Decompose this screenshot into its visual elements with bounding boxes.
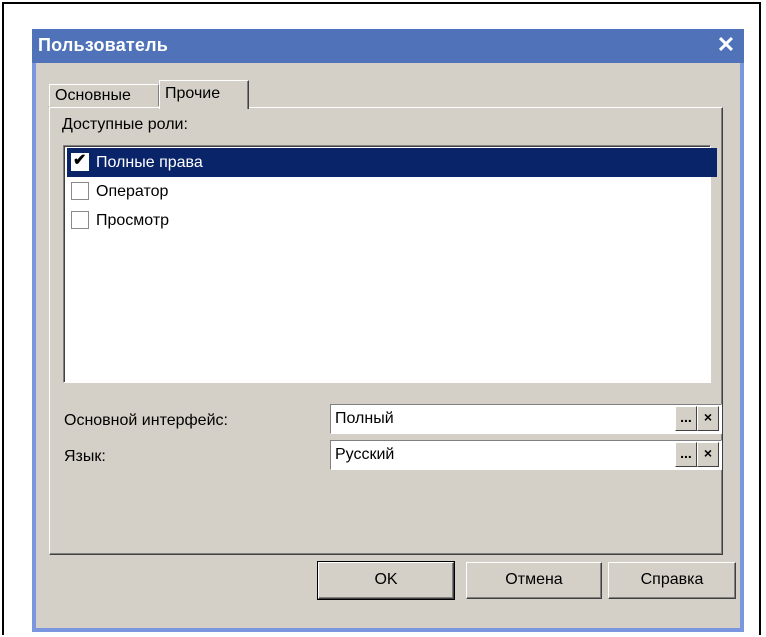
checkbox[interactable]: ✔ [71, 152, 89, 171]
language-input[interactable] [335, 443, 675, 467]
roles-label: Доступные роли: [62, 116, 188, 133]
title-bar[interactable]: Пользователь ✕ [32, 29, 744, 63]
role-label: Просмотр [96, 212, 170, 229]
role-label: Полные права [96, 154, 203, 171]
clear-icon[interactable]: × [697, 442, 719, 467]
language-field[interactable]: ... × [330, 440, 722, 470]
ellipsis-icon[interactable]: ... [675, 442, 697, 467]
checkbox[interactable] [71, 211, 89, 229]
role-item-operator[interactable]: Оператор [67, 177, 723, 206]
checkbox[interactable] [71, 182, 89, 200]
interface-label: Основной интерфейс: [64, 412, 228, 429]
ok-button[interactable]: OK [317, 561, 455, 600]
tab-osnovnye[interactable]: Основные [49, 84, 159, 106]
cancel-button[interactable]: Отмена [466, 562, 602, 599]
roles-list[interactable]: ✔ Полные права Оператор Просмотр [63, 145, 717, 383]
tab-prochie[interactable]: Прочие [159, 80, 249, 109]
dialog-window: Пользователь ✕ Основные Прочие Доступные… [32, 29, 744, 632]
window-title: Пользователь [38, 35, 169, 55]
help-button[interactable]: Справка [608, 562, 736, 599]
close-icon[interactable]: ✕ [714, 33, 738, 57]
dialog-client-area: Основные Прочие Доступные роли: ✔ Полные… [36, 63, 740, 628]
interface-input[interactable] [335, 407, 675, 431]
role-item-full-rights[interactable]: ✔ Полные права [67, 148, 717, 177]
role-label: Оператор [96, 183, 169, 200]
role-item-view[interactable]: Просмотр [67, 206, 723, 235]
checkmark-icon: ✔ [73, 152, 87, 169]
ellipsis-icon[interactable]: ... [675, 406, 697, 431]
tab-panel: Доступные роли: ✔ Полные права Оператор [49, 107, 723, 555]
interface-field[interactable]: ... × [330, 404, 722, 434]
clear-icon[interactable]: × [697, 406, 719, 431]
language-label: Язык: [64, 448, 106, 465]
